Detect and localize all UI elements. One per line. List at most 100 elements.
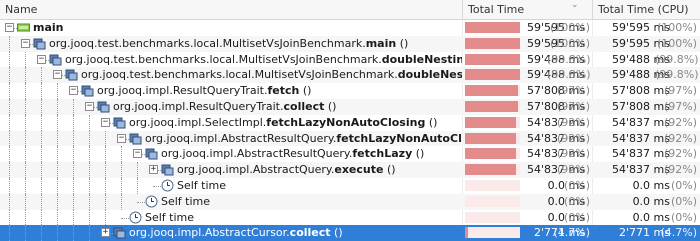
tree-guide-line xyxy=(89,209,90,226)
tree-cell: − org.jooq.test.benchmarks.local.Multiset… xyxy=(0,51,462,68)
tree-row[interactable]: − org.jooq.impl.SelectImpl.fetchLazyNonAu… xyxy=(0,114,700,131)
cpu-time-percent: (97%) xyxy=(663,84,697,98)
total-time-percent: (4.7%) xyxy=(553,226,590,240)
node-method-name: fetchLazy xyxy=(352,147,413,161)
thread-icon xyxy=(17,21,30,34)
tree-row[interactable]: + org.jooq.impl.AbstractCursor.collect ()… xyxy=(0,225,700,241)
tree-guide-line xyxy=(41,209,42,226)
tree-guide-line xyxy=(57,146,58,163)
method-icon xyxy=(49,53,62,66)
tree-guide-line xyxy=(57,162,58,178)
collapse-toggle-icon[interactable]: − xyxy=(101,117,110,127)
tree-row[interactable]: − org.jooq.test.benchmarks.local.Multiset… xyxy=(0,51,700,68)
node-method-name: doubleNestingMultisetJSON xyxy=(381,52,462,66)
tree-guide-line xyxy=(57,209,58,226)
sort-descending-icon: ⌄ xyxy=(571,0,579,10)
column-header-bar: Name Total Time ⌄ Total Time (CPU) xyxy=(0,0,700,20)
tree-guide-line xyxy=(9,177,10,194)
cpu-time-percent: (92%) xyxy=(663,115,697,129)
collapse-toggle-icon[interactable]: − xyxy=(53,70,62,80)
tree-guide-line xyxy=(105,146,106,163)
tree-row[interactable]: Self time 0.0 ms (0%) 0.0 ms (0%) xyxy=(0,209,700,226)
time-bar-fill xyxy=(465,164,516,176)
tree-guide-line xyxy=(73,193,74,210)
time-bar-fill xyxy=(465,116,516,128)
collapse-toggle-icon[interactable]: − xyxy=(85,101,94,111)
total-time-percent: (100%) xyxy=(549,21,590,34)
node-method-name: execute xyxy=(334,163,384,177)
method-icon xyxy=(81,84,94,97)
node-method-name: fetchLazyNonAutoClosing xyxy=(266,115,426,129)
total-time-percent: (92%) xyxy=(556,131,590,145)
node-class-name: org.jooq.test.benchmarks.local.MultisetV… xyxy=(49,36,366,50)
node-label: org.jooq.impl.AbstractCursor.collect () xyxy=(129,225,343,241)
collapse-toggle-icon[interactable]: − xyxy=(117,133,126,143)
node-class-name: Self time xyxy=(177,178,227,192)
column-header-total-cpu[interactable]: Total Time (CPU) xyxy=(592,0,700,20)
total-time-percent: (0%) xyxy=(563,178,590,192)
tree-guide-line xyxy=(105,193,106,210)
collapse-toggle-icon[interactable]: − xyxy=(69,86,78,96)
expand-toggle-icon[interactable]: + xyxy=(101,228,110,238)
tree-cell: Self time xyxy=(0,209,462,226)
tree-row[interactable]: − org.jooq.impl.ResultQueryTrait.fetch ()… xyxy=(0,83,700,99)
tree-guide-line xyxy=(41,114,42,131)
node-method-name: collect xyxy=(289,226,331,240)
time-bar xyxy=(465,195,520,207)
collapse-toggle-icon[interactable]: − xyxy=(133,149,142,159)
tree-cell: Self time xyxy=(0,177,462,194)
node-class-name: Self time xyxy=(145,210,195,224)
tree-cell: − main xyxy=(0,20,462,36)
tree-guide-line xyxy=(41,146,42,163)
tree-row[interactable]: − org.jooq.impl.AbstractResultQuery.fetch… xyxy=(0,130,700,147)
total-time-percent: (92%) xyxy=(556,163,590,177)
tree-guide-line xyxy=(9,51,10,68)
node-method-name: main xyxy=(33,21,64,34)
tree-row[interactable]: − org.jooq.impl.ResultQueryTrait.collect … xyxy=(0,98,700,115)
tree-guide-line xyxy=(41,130,42,147)
tree-row[interactable]: Self time 0.0 ms (0%) 0.0 ms (0%) xyxy=(0,177,700,194)
time-bar xyxy=(465,164,520,176)
node-class-name: org.jooq.test.benchmarks.local.MultisetV… xyxy=(81,68,398,82)
time-bar xyxy=(465,148,520,160)
collapse-toggle-icon[interactable]: − xyxy=(5,23,14,32)
node-label: org.jooq.impl.AbstractQuery.execute () xyxy=(177,162,396,178)
node-method-name: doubleNestingMultiset0 xyxy=(397,68,462,82)
tree-cell: − org.jooq.test.benchmarks.local.Multiset… xyxy=(0,67,462,84)
tree-row[interactable]: − org.jooq.test.benchmarks.local.Multiset… xyxy=(0,35,700,52)
tree-guide-line xyxy=(73,177,74,194)
tree-guide-line xyxy=(25,225,26,241)
collapse-toggle-icon[interactable]: − xyxy=(21,38,30,48)
tree-guide-line xyxy=(89,146,90,163)
collapse-toggle-icon[interactable]: − xyxy=(37,54,46,64)
time-bar xyxy=(465,227,520,239)
tree-guide-line xyxy=(105,162,106,178)
node-class-name: Self time xyxy=(161,194,211,208)
time-bar-fill xyxy=(465,100,519,112)
method-icon xyxy=(65,68,78,81)
tree-row[interactable]: + org.jooq.impl.AbstractQuery.execute () 5… xyxy=(0,162,700,178)
tree-guide-line xyxy=(57,177,58,194)
tree-guide-line xyxy=(9,98,10,115)
cpu-time-percent: (100%) xyxy=(656,36,697,50)
total-time-percent: (97%) xyxy=(556,84,590,98)
tree-cell: − org.jooq.impl.AbstractResultQuery.fetch… xyxy=(0,146,462,163)
column-header-name[interactable]: Name xyxy=(0,0,462,20)
total-time-percent: (97%) xyxy=(556,99,590,113)
tree-row[interactable]: − org.jooq.test.benchmarks.local.Multiset… xyxy=(0,67,700,84)
node-args: () xyxy=(330,226,343,240)
method-icon xyxy=(113,116,126,129)
tree-guide-line xyxy=(41,98,42,115)
node-label: org.jooq.impl.SelectImpl.fetchLazyNonAut… xyxy=(129,115,437,131)
node-label: org.jooq.test.benchmarks.local.MultisetV… xyxy=(81,67,462,83)
tree-row[interactable]: Self time 0.0 ms (0%) 0.0 ms (0%) xyxy=(0,193,700,210)
node-args: () xyxy=(324,99,337,113)
method-icon xyxy=(145,147,158,160)
tree-row[interactable]: − main 59'595 ms (100%) 59'595 ms (100%) xyxy=(0,20,700,36)
tree-guide-line xyxy=(25,83,26,99)
method-icon xyxy=(161,163,174,176)
node-label: org.jooq.impl.AbstractResultQuery.fetchL… xyxy=(145,131,462,147)
tree-row[interactable]: − org.jooq.impl.AbstractResultQuery.fetch… xyxy=(0,146,700,163)
total-time-percent: (0%) xyxy=(563,194,590,208)
expand-toggle-icon[interactable]: + xyxy=(149,165,158,175)
